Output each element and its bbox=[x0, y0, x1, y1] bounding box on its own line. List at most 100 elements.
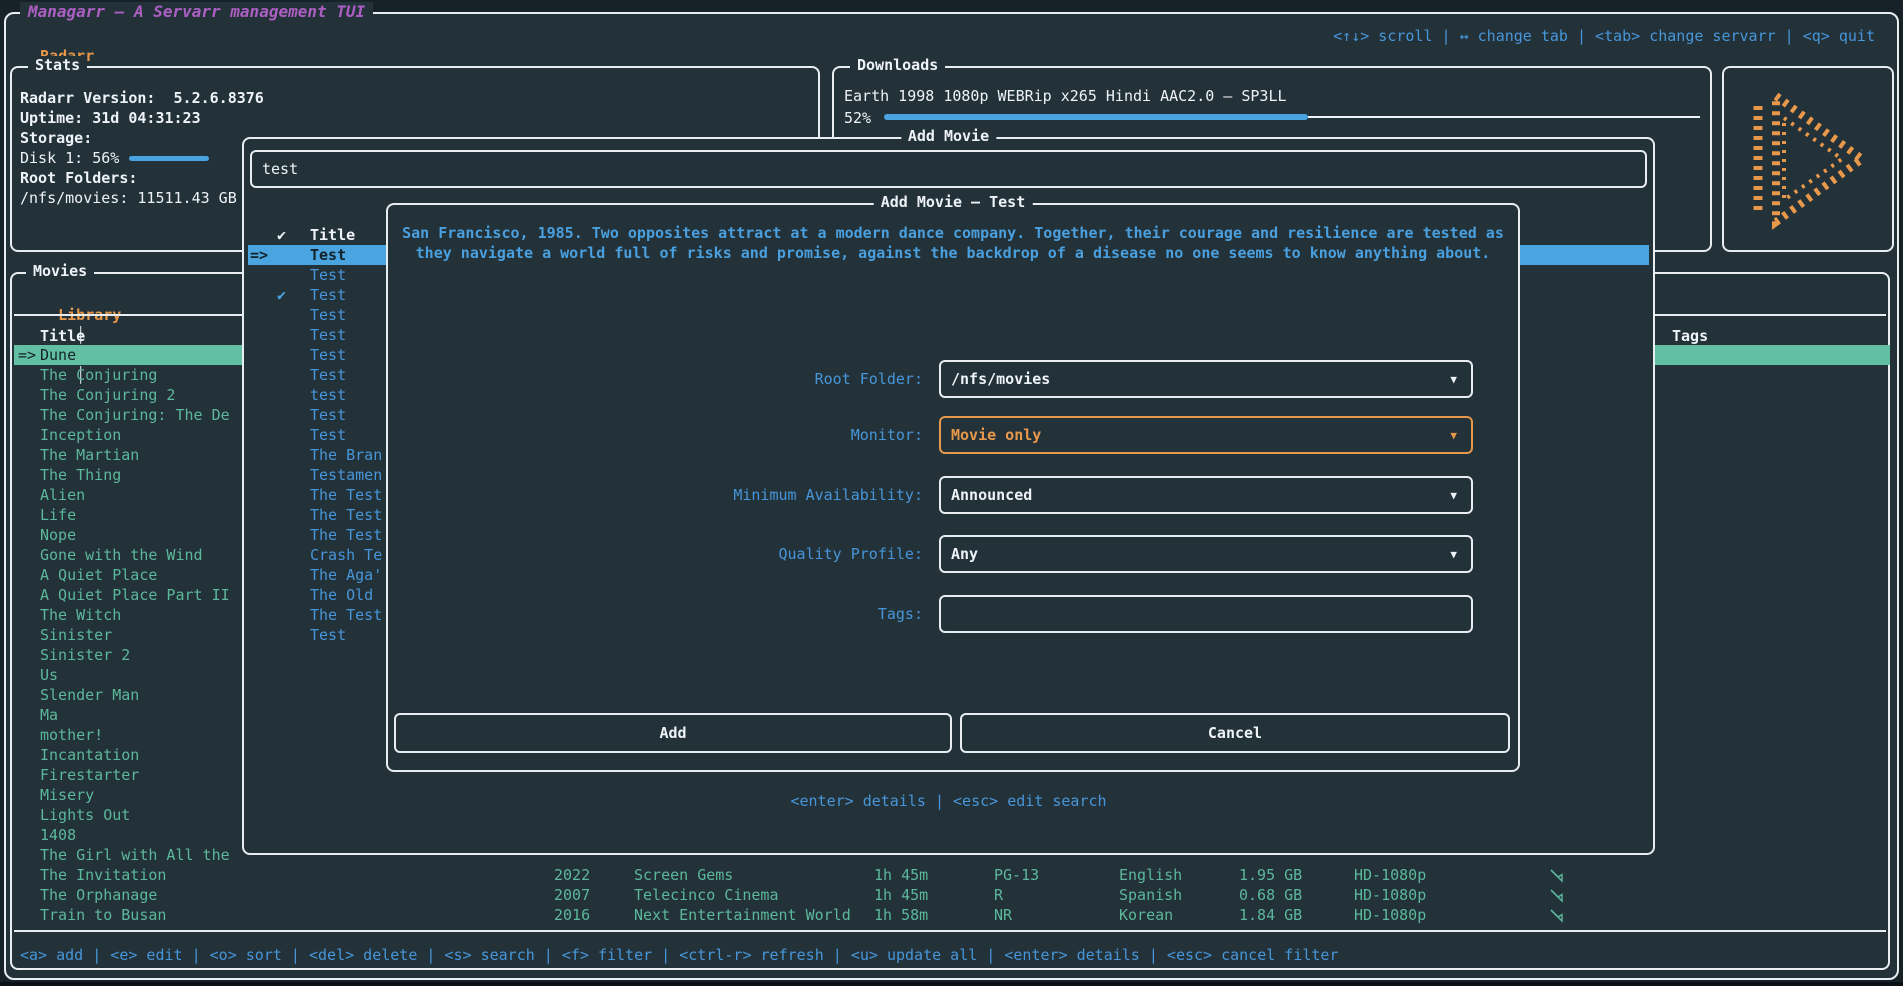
movie-title: Dune bbox=[40, 345, 76, 365]
movies-panel-title: Movies bbox=[26, 262, 94, 280]
field-value: Movie only bbox=[951, 418, 1041, 452]
movie-size: 1.95 GB bbox=[1239, 865, 1302, 885]
movie-title: Train to Busan bbox=[40, 905, 166, 925]
selection-arrow: => bbox=[250, 245, 268, 265]
disk-usage-gauge bbox=[129, 156, 209, 161]
movie-title: Alien bbox=[40, 485, 85, 505]
movie-quality: HD-1080p bbox=[1354, 885, 1426, 905]
search-result-title: Test bbox=[310, 405, 346, 425]
search-result-title: Test bbox=[310, 365, 346, 385]
movie-rating: PG-13 bbox=[994, 865, 1039, 885]
add-button[interactable]: Add bbox=[394, 713, 952, 753]
movie-row[interactable]: Train to Busan2016Next Entertainment Wor… bbox=[14, 905, 1890, 925]
movie-year: 2007 bbox=[554, 885, 590, 905]
movie-description-line1: San Francisco, 1985. Two opposites attra… bbox=[388, 223, 1518, 243]
root-folder-value: /nfs/movies: 11511.43 GB bbox=[20, 188, 237, 208]
movie-title: A Quiet Place Part II bbox=[40, 585, 230, 605]
movie-language: Spanish bbox=[1119, 885, 1182, 905]
movie-title: Sinister 2 bbox=[40, 645, 130, 665]
search-result-title: The Test bbox=[310, 505, 382, 525]
search-result-title: The Test bbox=[310, 485, 382, 505]
movie-rating: R bbox=[994, 885, 1003, 905]
tag-icon bbox=[1549, 905, 1564, 925]
uptime: Uptime: 31d 04:31:23 bbox=[20, 108, 201, 128]
radarr-version: Radarr Version: 5.2.6.8376 bbox=[20, 88, 264, 108]
movie-title: The Martian bbox=[40, 445, 139, 465]
search-result-title: Test bbox=[310, 325, 346, 345]
movie-search-value: test bbox=[262, 152, 298, 186]
movie-quality: HD-1080p bbox=[1354, 905, 1426, 925]
results-header-title: Title bbox=[310, 225, 355, 245]
movie-rating: NR bbox=[994, 905, 1012, 925]
movie-title: Misery bbox=[40, 785, 94, 805]
movie-row[interactable]: The Orphanage2007Telecinco Cinema1h 45mR… bbox=[14, 885, 1890, 905]
movie-studio: Telecinco Cinema bbox=[634, 885, 779, 905]
search-result-title: The Aga' bbox=[310, 565, 382, 585]
search-result-title: The Test bbox=[310, 605, 382, 625]
search-result-title: test bbox=[310, 385, 346, 405]
field-value: Announced bbox=[951, 478, 1032, 512]
column-header-title: Title bbox=[40, 326, 85, 346]
search-result-title: The Test bbox=[310, 525, 382, 545]
movie-row[interactable]: The Invitation2022Screen Gems1h 45mPG-13… bbox=[14, 865, 1890, 885]
field-label: Minimum Availability: bbox=[523, 485, 923, 505]
disk-usage-label: Disk 1: 56% bbox=[20, 148, 119, 168]
search-result-title: The Bran bbox=[310, 445, 382, 465]
field-root-folder[interactable]: /nfs/movies▼ bbox=[939, 360, 1473, 398]
downloads-panel-title: Downloads bbox=[850, 56, 945, 74]
field-quality-profile[interactable]: Any▼ bbox=[939, 535, 1473, 573]
movie-title: Life bbox=[40, 505, 76, 525]
search-result-title: Test bbox=[310, 265, 346, 285]
movie-title: The Thing bbox=[40, 465, 121, 485]
cancel-button[interactable]: Cancel bbox=[960, 713, 1510, 753]
column-header-tags: Tags bbox=[1672, 326, 1708, 346]
movie-title: The Invitation bbox=[40, 865, 166, 885]
search-result-title: Test bbox=[310, 425, 346, 445]
download-item: Earth 1998 1080p WEBRip x265 Hindi AAC2.… bbox=[844, 86, 1287, 106]
movie-studio: Screen Gems bbox=[634, 865, 733, 885]
field-label: Quality Profile: bbox=[523, 544, 923, 564]
field-tags[interactable] bbox=[939, 595, 1473, 633]
dropdown-arrow-icon: ▼ bbox=[1450, 419, 1457, 453]
movie-runtime: 1h 58m bbox=[874, 905, 928, 925]
movie-title: Incantation bbox=[40, 745, 139, 765]
movie-title: Nope bbox=[40, 525, 76, 545]
field-value: /nfs/movies bbox=[951, 362, 1050, 396]
movie-year: 2022 bbox=[554, 865, 590, 885]
app-title: Managarr – A Servarr management TUI bbox=[20, 2, 373, 21]
movie-description-line2: they navigate a world full of risks and … bbox=[388, 243, 1518, 263]
search-result-title: Testamen bbox=[310, 465, 382, 485]
add-movie-title: Add Movie bbox=[901, 127, 996, 145]
field-minimum-availability[interactable]: Announced▼ bbox=[939, 476, 1473, 514]
terminal-strip bbox=[0, 982, 1903, 986]
movie-title: The Witch bbox=[40, 605, 121, 625]
disk-usage: Disk 1: 56% bbox=[20, 148, 209, 168]
field-label: Monitor: bbox=[523, 425, 923, 445]
movie-title: Slender Man bbox=[40, 685, 139, 705]
movie-title: 1408 bbox=[40, 825, 76, 845]
download-progress-bar bbox=[884, 114, 1700, 120]
dropdown-arrow-icon: ▼ bbox=[1450, 538, 1457, 572]
stats-panel-title: Stats bbox=[28, 56, 87, 74]
movie-title: Inception bbox=[40, 425, 121, 445]
movie-search-input[interactable]: test bbox=[250, 150, 1647, 188]
movie-title: A Quiet Place bbox=[40, 565, 157, 585]
movie-title: Sinister bbox=[40, 625, 112, 645]
movie-title: The Girl with All the bbox=[40, 845, 230, 865]
movie-title: Lights Out bbox=[40, 805, 130, 825]
field-label: Tags: bbox=[523, 604, 923, 624]
search-result-title: Test bbox=[310, 285, 346, 305]
movie-size: 0.68 GB bbox=[1239, 885, 1302, 905]
search-result-title: The Old bbox=[310, 585, 373, 605]
field-monitor[interactable]: Movie only ▼ bbox=[939, 416, 1473, 454]
search-result-title: Test bbox=[310, 345, 346, 365]
movie-title: The Conjuring bbox=[40, 365, 157, 385]
add-movie-details-modal: Add Movie – Test San Francisco, 1985. Tw… bbox=[386, 203, 1520, 772]
tag-icon bbox=[1549, 885, 1564, 905]
download-progress-fill bbox=[884, 114, 1308, 120]
movies-keybind-hints: <a> add | <e> edit | <o> sort | <del> de… bbox=[20, 945, 1339, 965]
root-folders-label: Root Folders: bbox=[20, 168, 137, 188]
search-result-title: Test bbox=[310, 245, 346, 265]
movie-title: The Orphanage bbox=[40, 885, 157, 905]
storage-label: Storage: bbox=[20, 128, 92, 148]
